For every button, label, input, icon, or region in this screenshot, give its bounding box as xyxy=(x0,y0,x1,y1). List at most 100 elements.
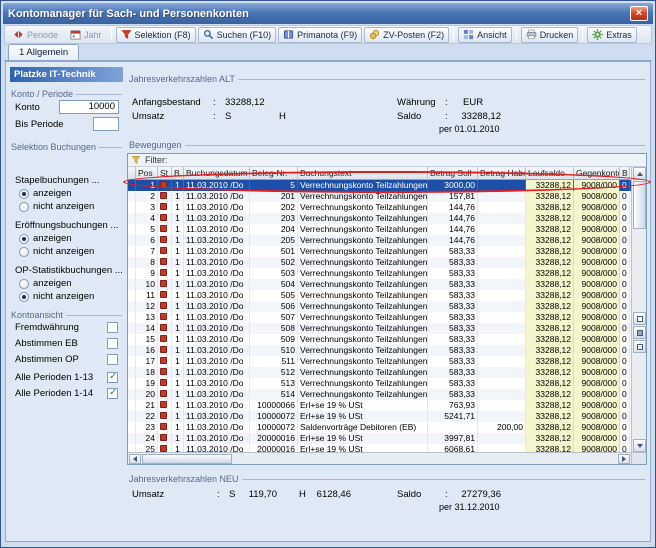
cell-saldo: 33288,12 xyxy=(526,202,574,213)
table-row[interactable]: 10111.03.2010 /Do504Verrechnungskonto Te… xyxy=(128,279,631,290)
cell-m xyxy=(128,268,136,279)
checkbox-icon xyxy=(107,388,118,399)
check-abstimmen-op[interactable]: Abstimmen OP xyxy=(15,354,118,365)
table-row[interactable]: 23111.03.2010 /Do10000072Saldenvorträge … xyxy=(128,422,631,433)
table-row[interactable]: 1111.03.2010 /Do5Verrechnungskonto Teilz… xyxy=(128,180,631,191)
column-header-Gegenkonto[interactable]: Gegenkonto xyxy=(574,167,620,180)
radio-eroeffnung-nicht-anzeigen[interactable]: nicht anzeigen xyxy=(19,246,94,257)
scroll-left-button[interactable] xyxy=(129,454,141,464)
cell-m xyxy=(128,180,136,191)
table-row[interactable]: 8111.03.2010 /Do502Verrechnungskonto Tei… xyxy=(128,257,631,268)
konto-input[interactable]: 10000 xyxy=(59,100,119,114)
radio-eroeffnung-anzeigen[interactable]: anzeigen xyxy=(19,233,72,244)
scroll-right-button[interactable] xyxy=(618,454,630,464)
cell-pos: 14 xyxy=(136,323,158,334)
table-row[interactable]: 4111.03.2010 /Do203Verrechnungskonto Tei… xyxy=(128,213,631,224)
toolbar-button-periode[interactable]: Periode xyxy=(8,27,63,43)
hscroll-thumb[interactable] xyxy=(142,454,232,464)
table-row[interactable]: 24111.03.2010 /Do20000016Erl+se 19 % USt… xyxy=(128,433,631,444)
radio-label: anzeigen xyxy=(33,188,72,199)
check-abstimmen-eb[interactable]: Abstimmen EB xyxy=(15,338,118,349)
table-row[interactable]: 20111.03.2010 /Do514Verrechnungskonto Te… xyxy=(128,389,631,400)
colon: : xyxy=(217,489,220,500)
column-header-B[interactable]: B xyxy=(620,167,630,180)
table-row[interactable]: 7111.03.2010 /Do501Verrechnungskonto Tei… xyxy=(128,246,631,257)
tab-allgemein[interactable]: 1 Allgemein xyxy=(8,44,79,60)
radio-stapel-anzeigen[interactable]: anzeigen xyxy=(19,188,72,199)
company-name: Platzke IT-Technik xyxy=(14,69,96,80)
table-row[interactable]: 13111.03.2010 /Do507Verrechnungskonto Te… xyxy=(128,312,631,323)
cell-pos: 16 xyxy=(136,345,158,356)
column-header-Laufsaldo[interactable]: Laufsaldo xyxy=(526,167,574,180)
grid-tool-button-2[interactable] xyxy=(633,326,646,339)
column-header-Buchungstext[interactable]: Buchungstext xyxy=(298,167,428,180)
bis-periode-input[interactable] xyxy=(93,117,119,131)
table-row[interactable]: 3111.03.2010 /Do202Verrechnungskonto Tei… xyxy=(128,202,631,213)
cell-text: Verrechnungskonto Teilzahlungen xyxy=(298,257,428,268)
toolbar-button-ansicht[interactable]: Ansicht xyxy=(458,27,512,43)
toolbar-button-extras[interactable]: Extras xyxy=(587,27,637,43)
table-row[interactable]: 19111.03.2010 /Do513Verrechnungskonto Te… xyxy=(128,378,631,389)
table-row[interactable]: 25111.03.2010 /Do20000016Erl+se 19 % USt… xyxy=(128,444,631,452)
radio-op-nicht-anzeigen[interactable]: nicht anzeigen xyxy=(19,291,94,302)
toolbar-button-selektion[interactable]: Selektion (F8) xyxy=(116,27,196,43)
cell-soll: 3000,00 xyxy=(428,180,478,191)
toolbar-button-zv-posten[interactable]: ZV-Posten (F2) xyxy=(364,27,449,43)
per-date-alt: per 01.01.2010 xyxy=(439,124,500,134)
column-header-Beleg-Nr.[interactable]: Beleg-Nr. xyxy=(250,167,298,180)
column-header-marker[interactable] xyxy=(128,167,136,180)
check-alle-perioden-14[interactable]: Alle Perioden 1-14 xyxy=(15,388,118,399)
column-header-Betrag Haben[interactable]: Betrag Haben xyxy=(478,167,526,180)
table-row[interactable]: 22111.03.2010 /Do10000072Erl+se 19 % USt… xyxy=(128,411,631,422)
horizontal-scrollbar[interactable] xyxy=(128,452,631,464)
radio-op-anzeigen[interactable]: anzeigen xyxy=(19,278,72,289)
cell-soll: 144,76 xyxy=(428,224,478,235)
arrow-left-icon xyxy=(133,456,137,462)
scroll-up-button[interactable] xyxy=(633,167,646,180)
grid-tool-button-1[interactable] xyxy=(633,312,646,325)
table-row[interactable]: 2111.03.2010 /Do201Verrechnungskonto Tei… xyxy=(128,191,631,202)
cell-pos: 9 xyxy=(136,268,158,279)
scroll-down-button[interactable] xyxy=(633,439,646,452)
cell-soll: 144,76 xyxy=(428,202,478,213)
cell-pos: 18 xyxy=(136,367,158,378)
radio-stapel-nicht-anzeigen[interactable]: nicht anzeigen xyxy=(19,201,94,212)
table-row[interactable]: 15111.03.2010 /Do509Verrechnungskonto Te… xyxy=(128,334,631,345)
column-header-St[interactable]: St xyxy=(158,167,172,180)
column-header-Betrag Soll[interactable]: Betrag Soll xyxy=(428,167,478,180)
column-header-Buchungsdatum[interactable]: Buchungsdatum xyxy=(184,167,250,180)
cell-b: 1 xyxy=(172,246,184,257)
checkbox-icon xyxy=(107,354,118,365)
check-fremdwaehrung[interactable]: Fremdwährung xyxy=(15,322,118,333)
table-row[interactable]: 18111.03.2010 /Do512Verrechnungskonto Te… xyxy=(128,367,631,378)
selektion-icon xyxy=(121,29,132,40)
table-row[interactable]: 16111.03.2010 /Do510Verrechnungskonto Te… xyxy=(128,345,631,356)
toolbar-button-primanota[interactable]: Primanota (F9) xyxy=(278,27,362,43)
close-button[interactable]: × xyxy=(630,6,648,21)
cell-text: Verrechnungskonto Teilzahlungen xyxy=(298,191,428,202)
table-row[interactable]: 14111.03.2010 /Do508Verrechnungskonto Te… xyxy=(128,323,631,334)
column-header-B[interactable]: B xyxy=(172,167,184,180)
vertical-scrollbar[interactable] xyxy=(631,167,646,452)
cell-date: 11.03.2010 /Do xyxy=(184,268,250,279)
toolbar-button-drucken[interactable]: Drucken xyxy=(521,27,579,43)
cell-text: Verrechnungskonto Teilzahlungen xyxy=(298,312,428,323)
table-row[interactable]: 11111.03.2010 /Do505Verrechnungskonto Te… xyxy=(128,290,631,301)
table-row[interactable]: 17111.03.2010 /Do511Verrechnungskonto Te… xyxy=(128,356,631,367)
toolbar-separator xyxy=(582,28,583,41)
table-row[interactable]: 21111.03.2010 /Do10000066Erl+se 19 % USt… xyxy=(128,400,631,411)
toolbar-button-suchen[interactable]: Suchen (F10) xyxy=(198,27,277,43)
grid-tool-button-3[interactable] xyxy=(633,340,646,353)
cell-m xyxy=(128,356,136,367)
cell-haben xyxy=(478,257,526,268)
table-row[interactable]: 9111.03.2010 /Do503Verrechnungskonto Tei… xyxy=(128,268,631,279)
scroll-thumb[interactable] xyxy=(633,181,646,229)
column-header-Pos[interactable]: Pos xyxy=(136,167,158,180)
cell-saldo: 33288,12 xyxy=(526,268,574,279)
table-row[interactable]: 12111.03.2010 /Do506Verrechnungskonto Te… xyxy=(128,301,631,312)
table-row[interactable]: 6111.03.2010 /Do205Verrechnungskonto Tei… xyxy=(128,235,631,246)
toolbar-button-jahr[interactable]: Jahr xyxy=(65,27,107,43)
filter-row[interactable]: Filter: xyxy=(128,154,646,167)
check-alle-perioden-13[interactable]: Alle Perioden 1-13 xyxy=(15,372,118,383)
table-row[interactable]: 5111.03.2010 /Do204Verrechnungskonto Tei… xyxy=(128,224,631,235)
